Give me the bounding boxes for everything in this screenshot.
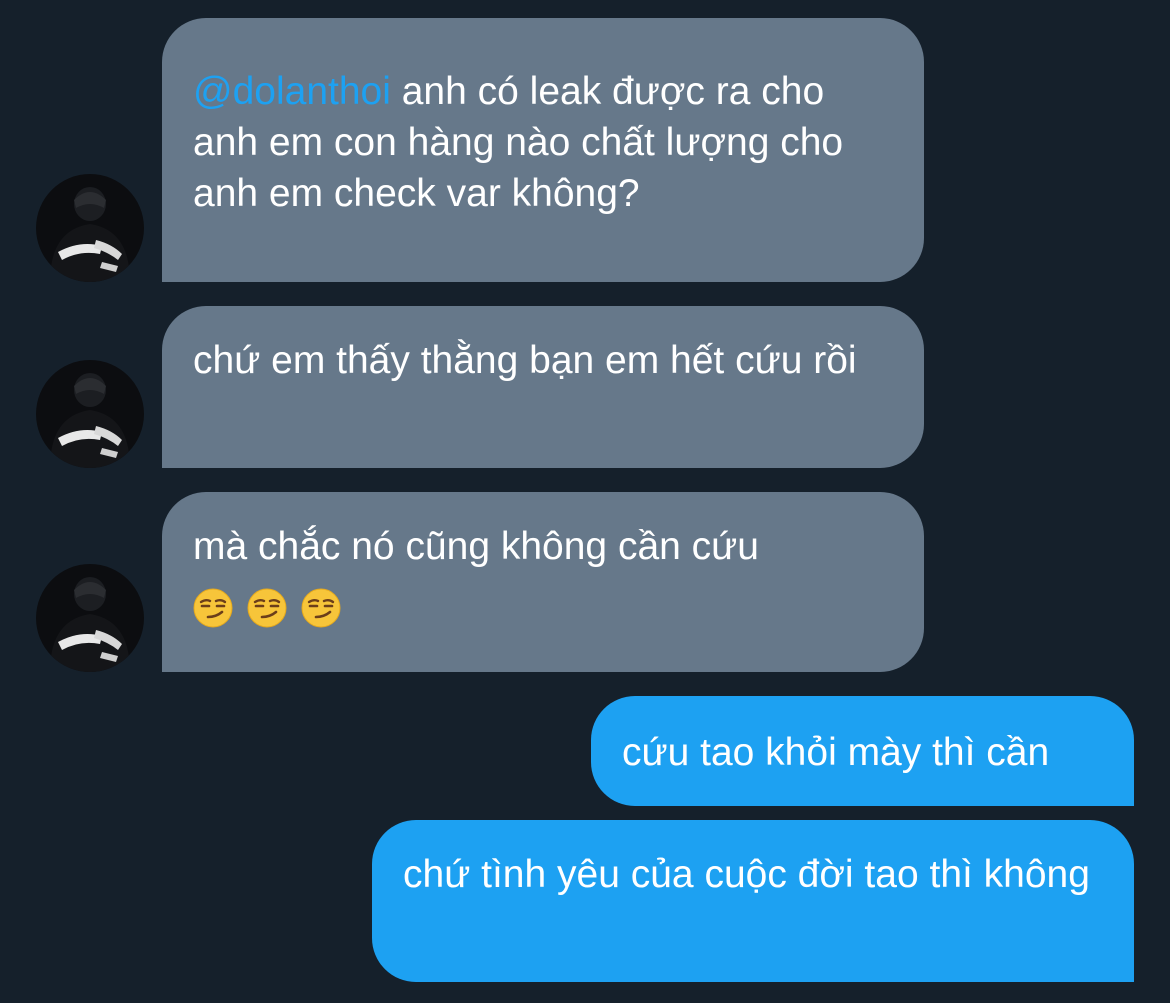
- sender-avatar[interactable]: [36, 564, 144, 672]
- message-bubble-incoming[interactable]: mà chắc nó cũng không cần cứu: [162, 492, 924, 672]
- sender-avatar[interactable]: [36, 360, 144, 468]
- message-bubble-incoming[interactable]: @dolanthoi anh có leak được ra cho anh e…: [162, 18, 924, 282]
- message-text: mà chắc nó cũng không cần cứu: [193, 525, 759, 568]
- message-bubble-outgoing[interactable]: cứu tao khỏi mày thì cần: [591, 696, 1134, 806]
- message-bubble-incoming[interactable]: chứ em thấy thằng bạn em hết cứu rồi: [162, 306, 924, 468]
- message-text: chứ em thấy thằng bạn em hết cứu rồi: [193, 339, 857, 382]
- smirking-face-emoji: [193, 588, 233, 628]
- smirking-face-emoji: [247, 588, 287, 628]
- message-text: cứu tao khỏi mày thì cần: [622, 731, 1050, 774]
- sender-avatar[interactable]: [36, 174, 144, 282]
- smirking-face-emoji: [301, 588, 341, 628]
- emoji-row: [193, 588, 894, 628]
- mention-link[interactable]: @dolanthoi: [193, 70, 391, 113]
- message-text: chứ tình yêu của cuộc đời tao thì không: [403, 853, 1090, 896]
- message-bubble-outgoing[interactable]: chứ tình yêu của cuộc đời tao thì không: [372, 820, 1134, 982]
